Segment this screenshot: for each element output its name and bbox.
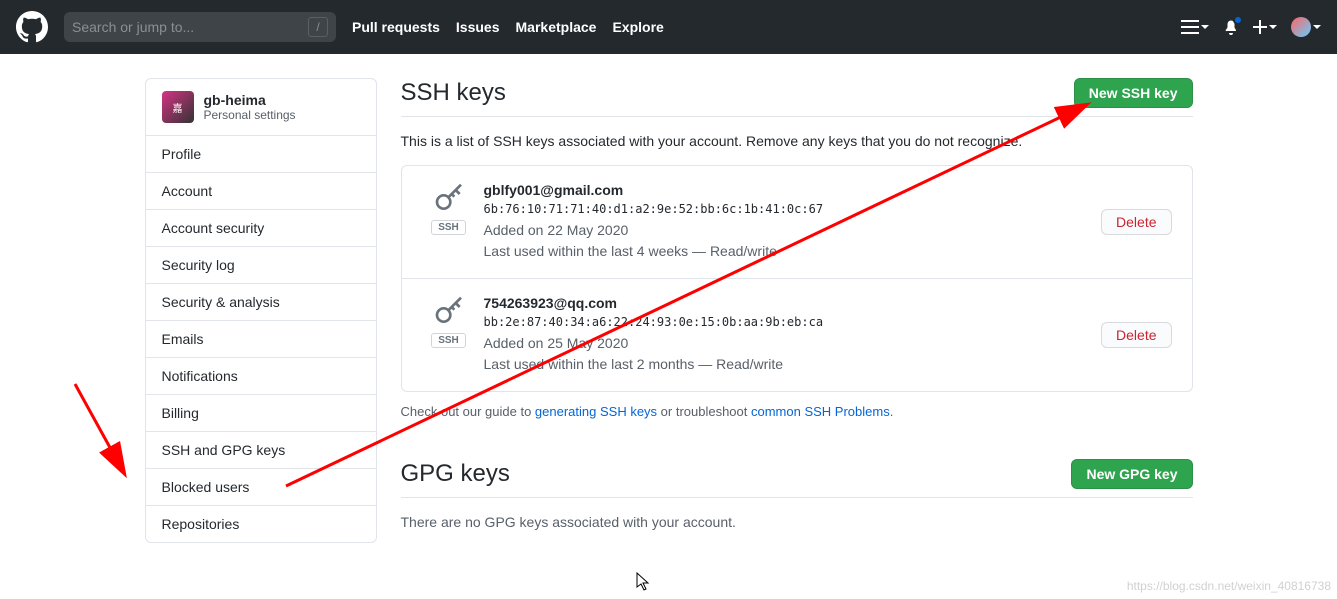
sidebar-item-security-log[interactable]: Security log xyxy=(146,247,376,284)
guide-text: . xyxy=(890,404,894,419)
ssh-key-title: 754263923@qq.com xyxy=(484,295,1102,311)
gpg-title: GPG keys xyxy=(401,460,510,488)
guide-text: or troubleshoot xyxy=(657,404,751,419)
ssh-key-fingerprint: 6b:76:10:71:71:40:d1:a2:9e:52:bb:6c:1b:4… xyxy=(484,202,1102,216)
ssh-key-list: SSH gblfy001@gmail.com 6b:76:10:71:71:40… xyxy=(401,165,1193,392)
ssh-title: SSH keys xyxy=(401,79,506,107)
ssh-key-added: Added on 25 May 2020 xyxy=(484,333,1102,354)
ssh-key-title: gblfy001@gmail.com xyxy=(484,182,1102,198)
ssh-guide: Check out our guide to generating SSH ke… xyxy=(401,404,1193,419)
watermark-text: https://blog.csdn.net/weixin_40816738 xyxy=(1127,579,1331,593)
unread-dot xyxy=(1233,15,1243,25)
delete-ssh-key-button[interactable]: Delete xyxy=(1101,209,1171,235)
sidebar-item-profile[interactable]: Profile xyxy=(146,136,376,173)
nav-pull-requests[interactable]: Pull requests xyxy=(352,19,440,35)
ssh-key-added: Added on 22 May 2020 xyxy=(484,220,1102,241)
user-avatar-icon: 嘉 xyxy=(162,91,194,123)
settings-sidebar: 嘉 gb-heima Personal settings Profile Acc… xyxy=(145,78,377,543)
new-gpg-key-button[interactable]: New GPG key xyxy=(1071,459,1192,489)
key-icon-column: SSH xyxy=(422,182,476,235)
menu-icon[interactable] xyxy=(1181,20,1209,34)
search-bar[interactable]: / xyxy=(64,12,336,42)
sidebar-subtitle: Personal settings xyxy=(204,108,296,122)
guide-text: Check out our guide to xyxy=(401,404,535,419)
primary-nav: Pull requests Issues Marketplace Explore xyxy=(352,19,664,35)
sidebar-item-notifications[interactable]: Notifications xyxy=(146,358,376,395)
nav-marketplace[interactable]: Marketplace xyxy=(516,19,597,35)
add-menu-icon[interactable] xyxy=(1253,20,1277,34)
sidebar-item-account[interactable]: Account xyxy=(146,173,376,210)
header-right xyxy=(1181,17,1321,37)
sidebar-username: gb-heima xyxy=(204,92,296,108)
slash-shortcut-badge: / xyxy=(308,17,328,37)
ssh-badge: SSH xyxy=(431,220,466,235)
sidebar-item-billing[interactable]: Billing xyxy=(146,395,376,432)
ssh-key-item: SSH gblfy001@gmail.com 6b:76:10:71:71:40… xyxy=(402,166,1192,279)
ssh-key-fingerprint: bb:2e:87:40:34:a6:22:24:93:0e:15:0b:aa:9… xyxy=(484,315,1102,329)
search-input[interactable] xyxy=(72,19,308,35)
sidebar-header: 嘉 gb-heima Personal settings xyxy=(146,79,376,136)
mouse-cursor-icon xyxy=(636,572,652,592)
ssh-key-last-used: Last used within the last 2 months — Rea… xyxy=(484,354,1102,375)
github-logo-icon[interactable] xyxy=(16,11,48,43)
generating-ssh-keys-link[interactable]: generating SSH keys xyxy=(535,404,657,419)
common-ssh-problems-link[interactable]: common SSH Problems xyxy=(751,404,890,419)
avatar-menu[interactable] xyxy=(1291,17,1321,37)
avatar-icon xyxy=(1291,17,1311,37)
sidebar-item-emails[interactable]: Emails xyxy=(146,321,376,358)
sidebar-item-security-analysis[interactable]: Security & analysis xyxy=(146,284,376,321)
sidebar-item-account-security[interactable]: Account security xyxy=(146,210,376,247)
new-ssh-key-button[interactable]: New SSH key xyxy=(1074,78,1193,108)
key-icon-column: SSH xyxy=(422,295,476,348)
settings-container: 嘉 gb-heima Personal settings Profile Acc… xyxy=(129,54,1209,543)
key-icon xyxy=(433,295,465,327)
ssh-key-item: SSH 754263923@qq.com bb:2e:87:40:34:a6:2… xyxy=(402,279,1192,391)
gpg-empty-text: There are no GPG keys associated with yo… xyxy=(401,514,1193,530)
ssh-badge: SSH xyxy=(431,333,466,348)
sidebar-item-repositories[interactable]: Repositories xyxy=(146,506,376,542)
sidebar-item-blocked-users[interactable]: Blocked users xyxy=(146,469,376,506)
gpg-section-head: GPG keys New GPG key xyxy=(401,459,1193,498)
ssh-key-last-used: Last used within the last 4 weeks — Read… xyxy=(484,241,1102,262)
nav-explore[interactable]: Explore xyxy=(612,19,663,35)
global-header: / Pull requests Issues Marketplace Explo… xyxy=(0,0,1337,54)
ssh-description: This is a list of SSH keys associated wi… xyxy=(401,133,1193,149)
notifications-icon[interactable] xyxy=(1223,19,1239,35)
sidebar-item-ssh-gpg-keys[interactable]: SSH and GPG keys xyxy=(146,432,376,469)
ssh-section-head: SSH keys New SSH key xyxy=(401,78,1193,117)
settings-main: SSH keys New SSH key This is a list of S… xyxy=(401,78,1193,543)
key-icon xyxy=(433,182,465,214)
nav-issues[interactable]: Issues xyxy=(456,19,500,35)
delete-ssh-key-button[interactable]: Delete xyxy=(1101,322,1171,348)
